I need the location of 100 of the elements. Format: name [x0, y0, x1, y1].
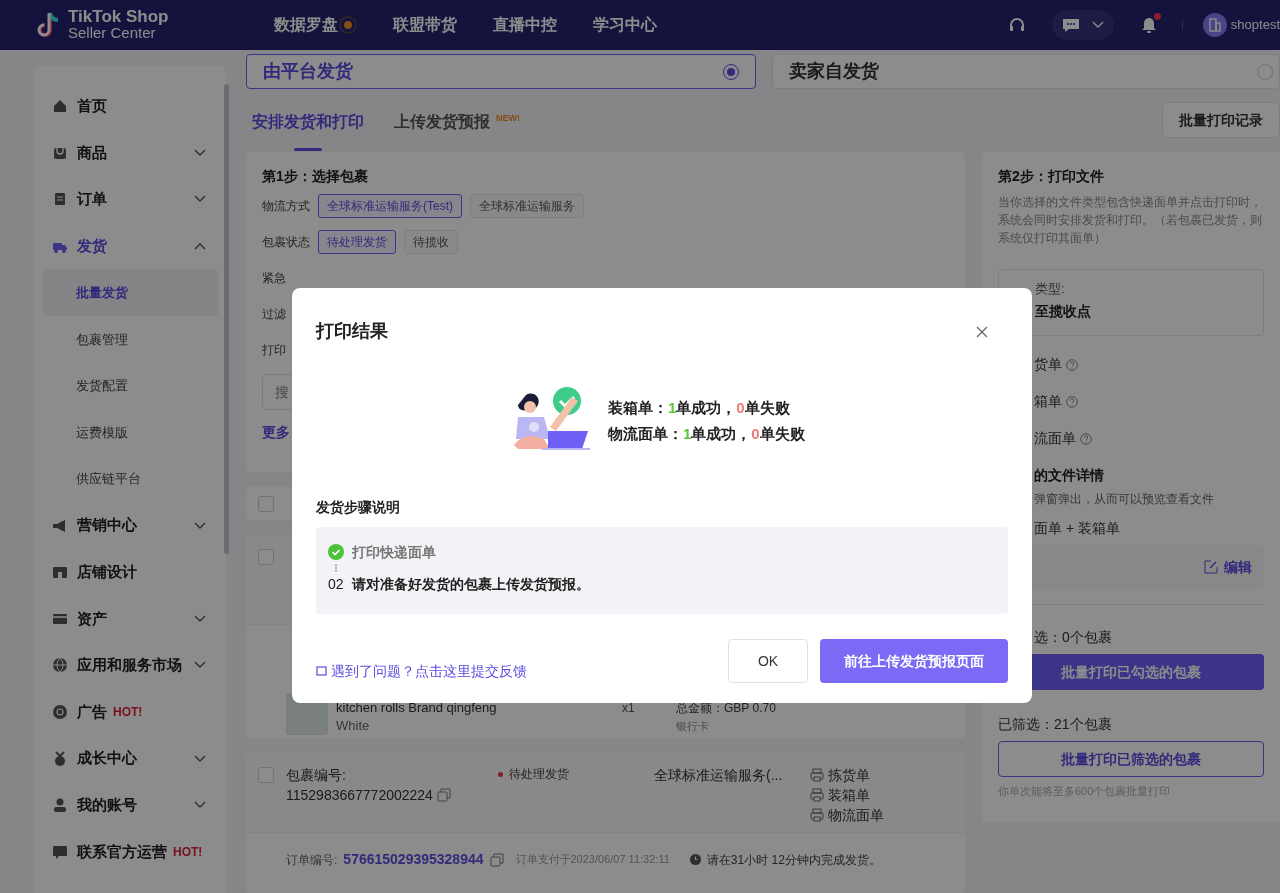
sidebar-item[interactable]: 成长中心	[34, 735, 226, 782]
print-filtered-button[interactable]: 批量打印已筛选的包裹	[998, 741, 1264, 777]
description-text: 当你选择的文件类型包含快递面单并点击打印时，系统会同时安排发货和打印。（若包裹已发货，则系统仅打印其面单）	[998, 194, 1263, 247]
feedback-link[interactable]: 遇到了问题？点击这里提交反馈	[316, 660, 527, 682]
shipping-option-card[interactable]: 卖家自发货	[772, 54, 1280, 89]
section-title: 第2步：打印文件	[998, 167, 1105, 186]
sidebar-subitem[interactable]: 包裹管理	[42, 315, 218, 363]
document-icon	[52, 191, 68, 208]
count-text: 已筛选：21个包裹	[998, 715, 1113, 734]
sidebar-subitem[interactable]: 发货配置	[42, 362, 218, 410]
chevron-down-icon	[1091, 21, 1104, 29]
checkbox[interactable]	[258, 767, 274, 783]
headset-icon[interactable]	[1007, 16, 1026, 34]
building-avatar-icon	[1202, 13, 1227, 37]
nav-link[interactable]: 直播中控	[493, 13, 557, 37]
logo-subtext: Seller Center	[68, 25, 156, 41]
medal-icon	[52, 750, 68, 767]
payment-method: 银行卡	[676, 719, 710, 734]
filter-label: 紧急	[262, 270, 286, 287]
question-mark-icon[interactable]	[1080, 432, 1092, 445]
scrollbar-thumb[interactable]	[224, 84, 229, 554]
check-circle-icon	[328, 544, 344, 560]
chat-dropdown[interactable]	[1051, 10, 1114, 40]
checkbox[interactable]	[258, 549, 274, 565]
sidebar-item[interactable]: 联系官方运营 HOT!	[34, 828, 226, 876]
shipping-option-card[interactable]: 由平台发货	[246, 54, 756, 89]
primary-button[interactable]: 前往上传发货预报页面	[820, 639, 1008, 683]
product-variant: White	[336, 717, 371, 735]
step-text: 请对准备好发货的包裹上传发货预报。	[351, 574, 590, 594]
nav-link[interactable]: 数据罗盘	[274, 13, 357, 37]
printer-icon	[810, 808, 824, 822]
section-title: 第1步：选择包裹	[262, 167, 369, 186]
nav-link[interactable]: 学习中心	[593, 13, 657, 37]
filter-label: 物流方式	[262, 198, 310, 215]
filter-chip[interactable]: 待处理发货	[318, 230, 396, 254]
logo-text: TikTok Shop	[68, 9, 169, 25]
copy-icon[interactable]	[436, 788, 451, 802]
field-value: 至揽收点	[1035, 302, 1092, 321]
package-id: 1152983667772002224	[286, 786, 433, 805]
copy-icon[interactable]	[489, 852, 504, 867]
print-history-button[interactable]: 批量打印记录	[1162, 102, 1280, 138]
sidebar-item[interactable]: 资产	[34, 595, 226, 643]
edit-link[interactable]: 编辑	[1204, 556, 1252, 578]
chat-box-icon	[52, 843, 68, 860]
sidebar-item[interactable]: 我的账号	[34, 781, 226, 829]
document-option: 货单	[1034, 354, 1062, 375]
result-line: 装箱单：1单成功，0单失败	[608, 398, 791, 418]
account-menu[interactable]: shoptest	[1202, 13, 1280, 37]
carrier-text: 全球标准运输服务(...	[654, 766, 784, 785]
tab[interactable]: 安排发货和打印	[252, 104, 364, 152]
printer-icon	[810, 788, 824, 802]
close-icon[interactable]	[976, 325, 988, 338]
sidebar-item[interactable]: 订单	[34, 176, 226, 223]
nav-link[interactable]: 联盟带货	[393, 13, 457, 37]
filter-chip[interactable]: 待揽收	[404, 230, 458, 254]
order-id-label: 订单编号:	[286, 851, 338, 869]
sidebar-subitem[interactable]: 运费模版	[42, 409, 218, 456]
sidebar-item[interactable]: 营销中心	[34, 502, 226, 549]
ok-button[interactable]: OK	[728, 639, 808, 683]
filter-chip[interactable]: 全球标准运输服务	[470, 194, 584, 218]
sidebar-item[interactable]: 商品	[34, 129, 226, 177]
section-title: 发货步骤说明	[316, 498, 401, 517]
sidebar-item[interactable]: 店铺设计	[34, 548, 226, 596]
hint-text: 弹窗弹出，从而可以预览查看文件	[1033, 491, 1215, 508]
count-text: 选：0个包裹	[1033, 628, 1113, 647]
step-text: 打印快递面单	[352, 542, 436, 562]
person-icon	[52, 797, 68, 814]
edit-icon	[1204, 560, 1218, 574]
total-amount: 总金额：GBP 0.70	[676, 700, 776, 717]
question-mark-icon[interactable]	[1066, 395, 1078, 408]
document-option: 箱单	[1034, 391, 1062, 412]
print-document-link[interactable]: 装箱单	[810, 785, 884, 805]
result-line: 物流面单：1单成功，0单失败	[608, 424, 805, 444]
section-title: 的文件详情	[1033, 466, 1105, 485]
message-square-icon	[316, 665, 327, 677]
sidebar-subitem[interactable]: 供应链平台	[42, 455, 218, 503]
printer-icon	[810, 768, 824, 782]
dotted-connector-icon	[334, 563, 338, 573]
dialog-title: 打印结果	[316, 320, 388, 343]
filter-chip[interactable]: 全球标准运输服务(Test)	[318, 194, 462, 218]
print-document-link[interactable]: 拣货单	[810, 765, 884, 785]
globe-icon	[52, 657, 68, 674]
more-link[interactable]: 更多	[262, 422, 290, 443]
status-text: 待处理发货	[509, 766, 569, 783]
deadline-text: 请在31小时 12分钟内完成发货。	[706, 851, 881, 869]
print-document-link[interactable]: 物流面单	[810, 805, 884, 825]
package-id-label: 包裹编号:	[286, 766, 347, 785]
step-number: 02	[328, 574, 344, 594]
question-mark-icon[interactable]	[1066, 358, 1078, 371]
order-id-link[interactable]: 576615029395328944	[343, 849, 484, 870]
ad-badge-icon	[52, 704, 68, 720]
storefront-icon	[52, 564, 68, 581]
sidebar-item[interactable]: 应用和服务市场	[34, 642, 226, 689]
sidebar-item[interactable]: 首页	[34, 83, 226, 130]
chat-bubble-icon	[1061, 17, 1080, 33]
checkbox[interactable]	[258, 495, 274, 512]
tab[interactable]: 上传发货预报 NEW!	[394, 104, 520, 152]
sidebar-item[interactable]: 广告 HOT!	[34, 688, 226, 736]
sidebar-subitem[interactable]: 批量发货	[42, 269, 218, 316]
filter-label: 包裹状态	[262, 234, 310, 251]
